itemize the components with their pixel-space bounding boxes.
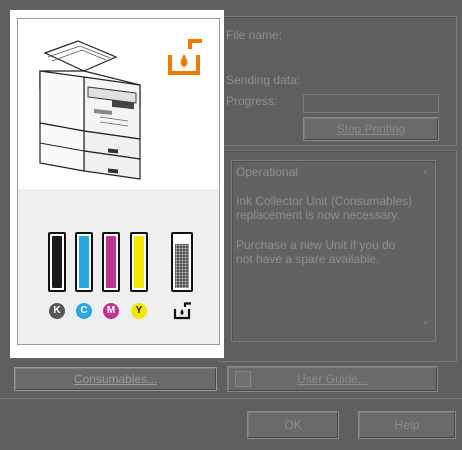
ink-label-cyan: C bbox=[76, 303, 92, 319]
user-guide-icon bbox=[235, 371, 251, 387]
ink-collector-alert-icon bbox=[168, 39, 202, 75]
ink-collector-icon bbox=[173, 302, 191, 320]
help-label: Help bbox=[394, 418, 420, 432]
ink-cartridge-cyan bbox=[75, 232, 93, 292]
consumables-button[interactable]: Consumables... bbox=[14, 367, 217, 391]
status-line-4: not have a spare available. bbox=[236, 252, 380, 266]
ok-button[interactable]: OK bbox=[247, 411, 339, 439]
printer-status-dialog: File name: Sending data: Progress: Stop … bbox=[0, 0, 462, 450]
status-line-3: Purchase a new Unit if you do bbox=[236, 238, 396, 252]
progress-label: Progress: bbox=[226, 94, 278, 108]
help-button[interactable]: Help bbox=[358, 411, 456, 439]
ink-label-yellow: Y bbox=[131, 303, 147, 319]
printer-image-box bbox=[17, 18, 220, 190]
progress-bar bbox=[303, 94, 439, 113]
consumables-label: Consumables... bbox=[73, 372, 158, 386]
ink-label-magenta: M bbox=[103, 303, 119, 319]
ink-cartridge-yellow bbox=[130, 232, 148, 292]
status-title: Operational bbox=[236, 165, 299, 179]
user-guide-button[interactable]: User Guide... bbox=[227, 366, 438, 392]
stop-printing-button[interactable]: Stop Printing bbox=[303, 117, 439, 141]
user-guide-label: User Guide... bbox=[297, 372, 368, 386]
sending-data-label: Sending data: bbox=[226, 73, 301, 87]
ink-label-black: K bbox=[49, 303, 65, 319]
status-line-2: replacement is now necessary. bbox=[236, 208, 400, 222]
divider bbox=[0, 398, 462, 399]
stop-printing-label: Stop Printing bbox=[336, 122, 406, 136]
status-line-1: Ink Collector Unit (Consumables) bbox=[236, 194, 413, 208]
ink-cartridge-magenta bbox=[102, 232, 120, 292]
file-name-label: File name: bbox=[226, 28, 283, 42]
ok-label: OK bbox=[284, 418, 302, 432]
scroll-up-icon[interactable]: ▲ bbox=[422, 168, 429, 175]
scroll-down-icon[interactable]: ▼ bbox=[422, 320, 429, 327]
ink-collector-level bbox=[171, 232, 193, 292]
ink-cartridge-black bbox=[48, 232, 66, 292]
